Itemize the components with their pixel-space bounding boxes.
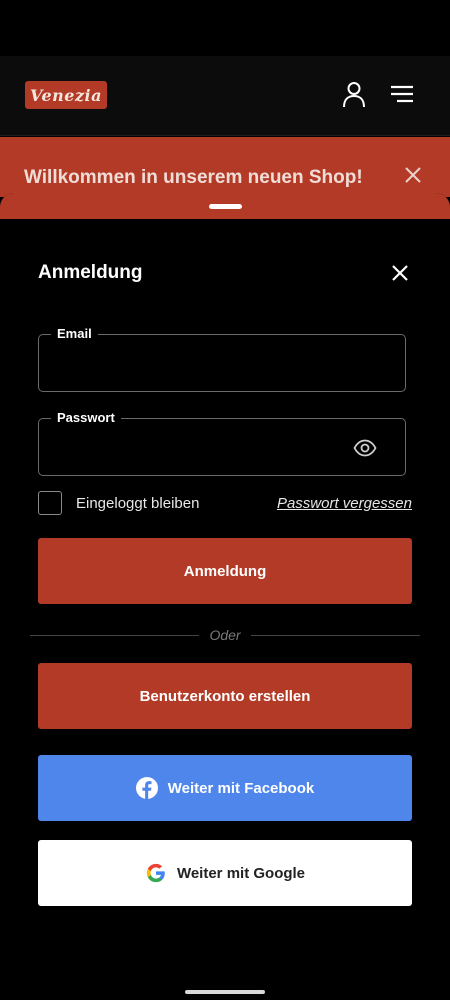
password-field[interactable]: Passwort: [38, 410, 406, 476]
login-button[interactable]: Anmeldung: [38, 538, 412, 604]
remember-label: Eingeloggt bleiben: [76, 494, 200, 512]
app-header: Venezia: [0, 56, 450, 136]
divider-text: Oder: [209, 627, 241, 643]
brand-logo[interactable]: Venezia: [25, 81, 107, 109]
sheet-top-strip: [0, 193, 450, 219]
email-label: Email: [51, 326, 98, 341]
menu-icon[interactable]: [388, 80, 416, 108]
home-indicator: [185, 990, 265, 994]
register-button[interactable]: Benutzerkonto erstellen: [38, 663, 412, 729]
welcome-banner: Willkommen in unserem neuen Shop!: [0, 137, 450, 197]
screen: Venezia Willkommen in unserem neuen Shop…: [0, 0, 450, 1000]
email-field[interactable]: Email: [38, 326, 406, 392]
divider-left: [30, 635, 199, 636]
google-button[interactable]: Weiter mit Google: [38, 840, 412, 906]
google-label: Weiter mit Google: [176, 864, 306, 882]
close-icon[interactable]: [389, 262, 411, 284]
user-icon[interactable]: [340, 80, 368, 108]
eye-icon[interactable]: [353, 436, 377, 460]
facebook-label: Weiter mit Facebook: [167, 779, 315, 797]
remember-me[interactable]: Eingeloggt bleiben: [38, 491, 199, 515]
google-icon: [146, 863, 165, 883]
password-label: Passwort: [51, 410, 121, 425]
email-input[interactable]: [53, 349, 343, 379]
banner-close-icon[interactable]: [402, 164, 424, 186]
login-title: Anmeldung: [38, 262, 143, 283]
banner-text: Willkommen in unserem neuen Shop!: [24, 167, 363, 188]
facebook-button[interactable]: Weiter mit Facebook: [38, 755, 412, 821]
drag-handle[interactable]: [209, 204, 242, 209]
password-input[interactable]: [53, 433, 343, 463]
forgot-password-link[interactable]: Passwort vergessen: [277, 495, 412, 512]
facebook-icon: [135, 777, 158, 799]
divider-right: [251, 635, 420, 636]
remember-checkbox[interactable]: [38, 491, 62, 515]
